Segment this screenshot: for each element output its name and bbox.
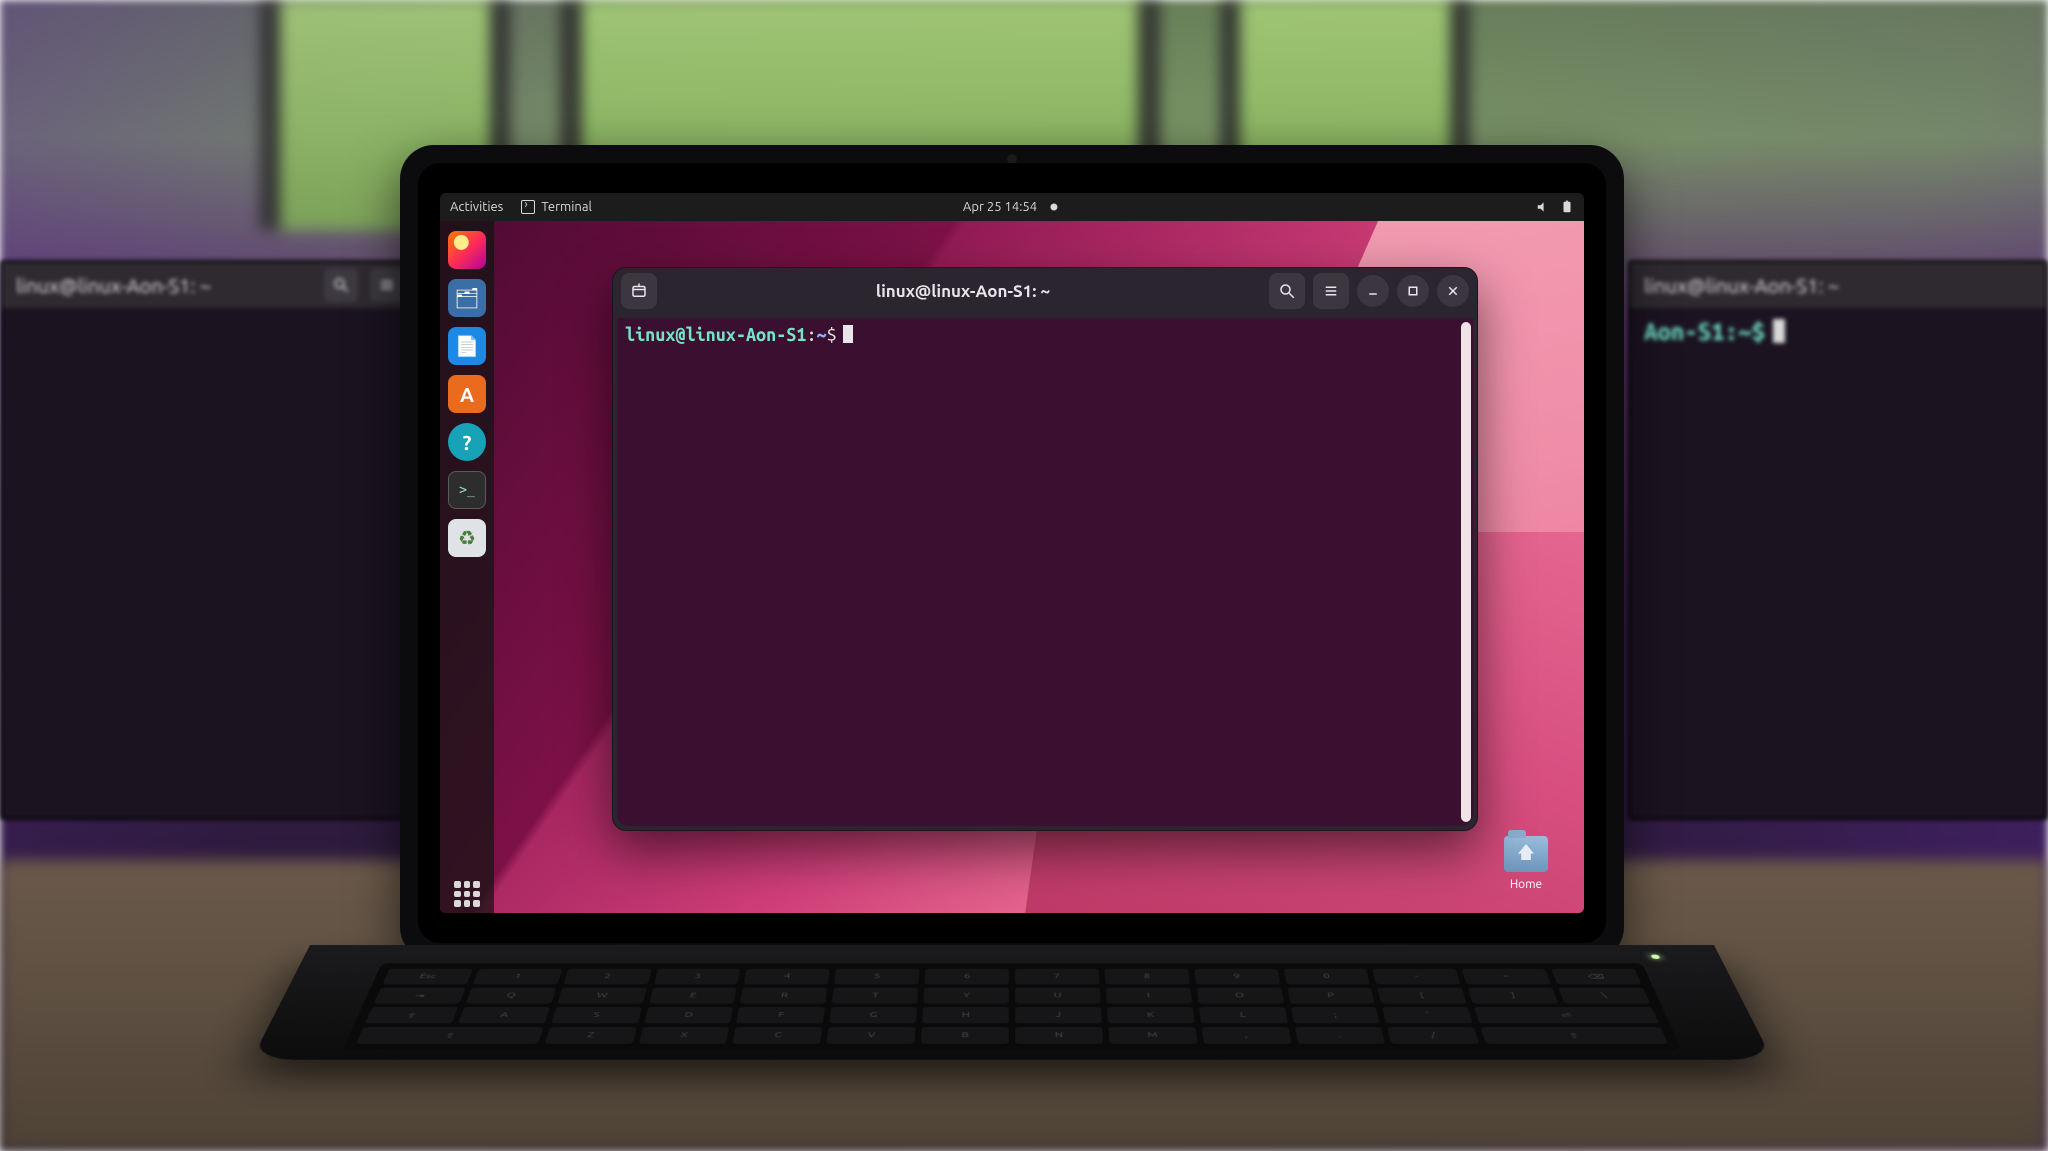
folder-home-icon [1504,836,1548,872]
cursor-block [1773,319,1785,343]
ext-terminal-title: linux@linux-Aon-S1: ~ [1644,274,1839,297]
terminal-prompt-line: linux@linux-Aon-S1:~$ [625,324,1465,346]
terminal-scrollbar[interactable] [1461,322,1471,822]
terminal-headerbar[interactable]: linux@linux-Aon-S1: ~ [613,268,1477,314]
document-icon: 📄 [455,334,480,358]
screen: Activities Terminal Apr 25 14:54 [440,193,1584,913]
close-button[interactable] [1437,275,1469,307]
ext-terminal-title: linux@linux-Aon-S1: ~ [16,274,211,297]
notifications-icon[interactable] [1047,200,1061,214]
show-applications-button[interactable] [448,875,486,913]
files-icon: 🗂 [454,286,479,310]
terminal-body[interactable]: linux@linux-Aon-S1:~$ [617,318,1473,826]
power-led [1650,955,1660,959]
terminal-window[interactable]: linux@linux-Aon-S1: ~ [612,267,1478,831]
ubuntu-dock: 🗂 📄 A ? >_ ♻ [440,221,494,913]
menu-button[interactable] [1313,273,1349,309]
ext-terminal-body [2,308,418,328]
dock-help[interactable]: ? [448,423,486,461]
keyboard: Esc1234567890-=⌫ ⇥QWERTYUIOP[]\ ⇪ASDFGHJ… [343,963,1682,1050]
laptop-base: Esc1234567890-=⌫ ⇥QWERTYUIOP[]\ ⇪ASDFGHJ… [251,945,1772,1060]
prompt-userhost: linux@linux-Aon-S1 [625,325,806,345]
laptop: Activities Terminal Apr 25 14:54 [400,145,1624,1135]
new-tab-button[interactable] [621,273,657,309]
dock-files[interactable]: 🗂 [448,279,486,317]
maximize-button[interactable] [1397,275,1429,307]
hamburger-icon [370,268,404,302]
recycle-icon: ♻ [458,526,476,550]
dock-software[interactable]: A [448,375,486,413]
screen-bezel: Activities Terminal Apr 25 14:54 [418,163,1606,943]
desktop-home-folder[interactable]: Home [1496,836,1556,891]
terminal-icon [521,200,535,214]
dock-trash[interactable]: ♻ [448,519,486,557]
gnome-topbar: Activities Terminal Apr 25 14:54 [440,193,1584,221]
terminal-title: linux@linux-Aon-S1: ~ [665,282,1261,301]
dock-firefox[interactable] [448,231,486,269]
prompt-symbol: $ [827,325,837,345]
battery-icon[interactable] [1560,200,1574,214]
dock-terminal[interactable]: >_ [448,471,486,509]
external-monitor-right: linux@linux-Aon-S1: ~ Aon-S1:~$ [1628,260,2048,820]
desktop-home-label: Home [1510,878,1542,891]
software-icon: A [460,383,474,406]
volume-icon[interactable] [1536,200,1550,214]
search-button[interactable] [1269,273,1305,309]
ext-terminal-body: Aon-S1:~$ [1630,308,2046,355]
terminal-cursor [843,325,853,343]
external-monitor-left: linux@linux-Aon-S1: ~ [0,260,420,820]
ext-terminal-titlebar: linux@linux-Aon-S1: ~ [2,262,418,308]
topbar-datetime[interactable]: Apr 25 14:54 [963,200,1037,214]
search-icon [324,268,358,302]
ext-terminal-prompt: Aon-S1:~$ [1644,318,1765,345]
ext-terminal-titlebar: linux@linux-Aon-S1: ~ [1630,262,2046,308]
terminal-icon: >_ [459,483,475,498]
help-icon: ? [463,431,472,454]
prompt-path: ~ [817,325,827,345]
laptop-lid: Activities Terminal Apr 25 14:54 [400,145,1624,961]
activities-button[interactable]: Activities [450,200,503,214]
topbar-app-label: Terminal [541,200,592,214]
dock-writer[interactable]: 📄 [448,327,486,365]
topbar-app-indicator[interactable]: Terminal [521,200,592,214]
desktop-wallpaper: Home linux@linux-Aon-S1: ~ [440,221,1584,913]
minimize-button[interactable] [1357,275,1389,307]
